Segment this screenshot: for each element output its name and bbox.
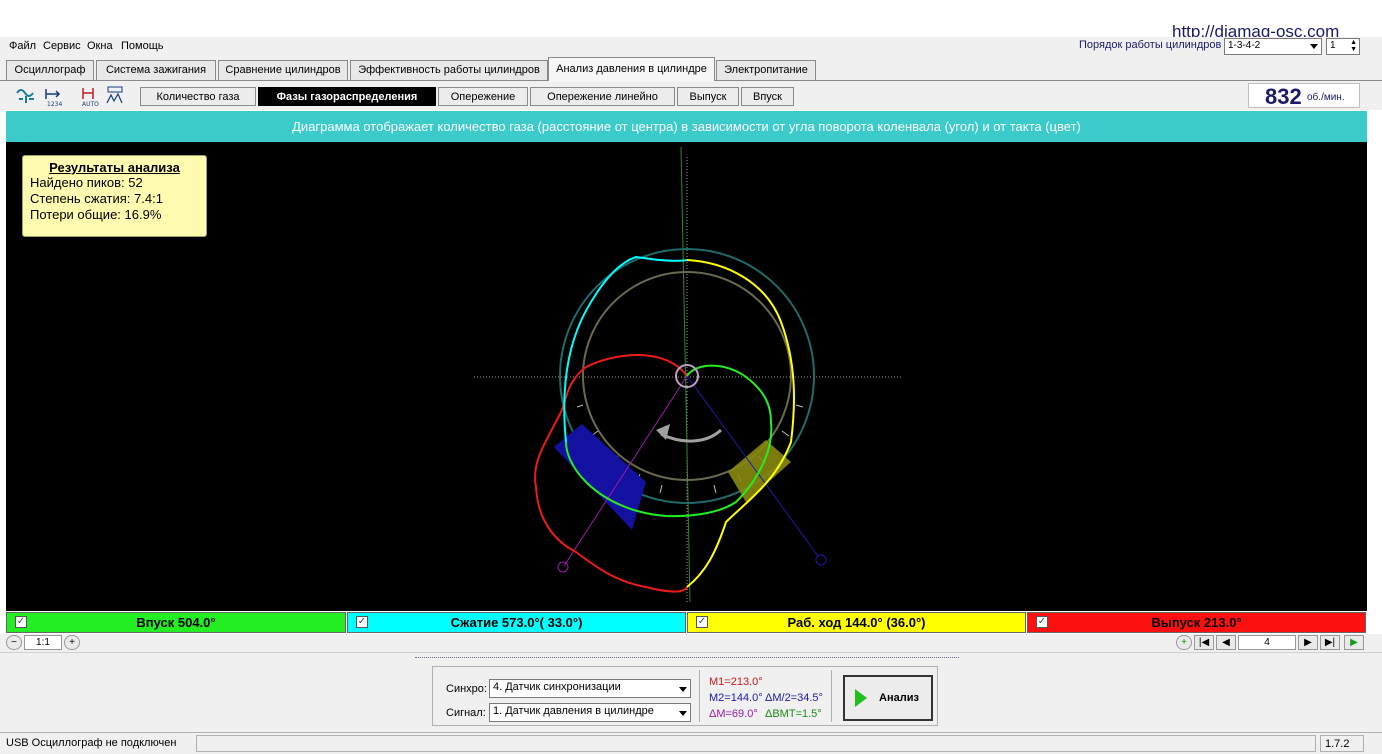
- signal-value: 1. Датчик давления в цилиндре: [493, 705, 654, 717]
- results-title: Результаты анализа: [49, 160, 180, 175]
- svg-text:1234: 1234: [47, 101, 62, 107]
- tab-power-supply[interactable]: Электропитание: [716, 60, 816, 80]
- graph-icon[interactable]: [104, 84, 126, 106]
- menu-windows[interactable]: Окна: [87, 40, 113, 52]
- marker-half-delta: ΔM/2=34.5°: [765, 692, 823, 704]
- legend-power[interactable]: ✓ Раб. ход 144.0° (36.0°): [687, 612, 1026, 633]
- marker-m2: M2=144.0°: [709, 692, 763, 704]
- waveform-icon[interactable]: [14, 84, 36, 106]
- menu-bar: Файл Сервис Окна Помощь Порядок работы ц…: [0, 37, 1382, 57]
- next-page-icon[interactable]: ▶: [1298, 635, 1318, 650]
- marker-tdc-delta: ΔВМТ=1.5°: [765, 708, 822, 720]
- info-banner: Диаграмма отображает количество газа (ра…: [6, 111, 1367, 142]
- tab-ignition[interactable]: Система зажигания: [96, 60, 216, 80]
- results-peaks: Найдено пиков: 52: [30, 175, 143, 190]
- zoom-out-icon[interactable]: −: [6, 635, 22, 650]
- intake-sector: [554, 424, 646, 530]
- results-compression: Степень сжатия: 7.4:1: [30, 191, 163, 206]
- signal-select[interactable]: 1. Датчик давления в цилиндре: [489, 703, 691, 722]
- chevron-down-icon: [679, 711, 687, 716]
- navigation-row: − 1:1 + + |◀ ◀ 4 ▶ ▶| ▶: [0, 634, 1382, 652]
- measure-1234-icon[interactable]: 1234: [42, 84, 64, 108]
- subtab-valve-timing[interactable]: Фазы газораспределения: [258, 87, 436, 106]
- checkbox-icon[interactable]: ✓: [356, 616, 368, 628]
- results-losses: Потери общие: 16.9%: [30, 207, 162, 222]
- tab-cylinder-compare[interactable]: Сравнение цилиндров: [218, 60, 348, 80]
- checkbox-icon[interactable]: ✓: [696, 616, 708, 628]
- add-icon[interactable]: +: [1176, 635, 1192, 650]
- bottom-panel: Синхро: 4. Датчик синхронизации Сигнал: …: [0, 652, 1382, 732]
- chevron-down-icon: [679, 687, 687, 692]
- polar-chart: [474, 146, 901, 603]
- subtab-gas-amount[interactable]: Количество газа: [140, 87, 256, 106]
- top-tabs: Осциллограф Система зажигания Сравнение …: [0, 57, 1382, 81]
- cylinder-number-spinner[interactable]: 1 ▲ ▼: [1326, 38, 1360, 55]
- legend-power-label: Раб. ход 144.0° (36.0°): [787, 615, 926, 630]
- marker-handle-m2[interactable]: [557, 561, 569, 573]
- sync-select[interactable]: 4. Датчик синхронизации: [489, 679, 691, 698]
- play-icon: [855, 689, 867, 707]
- rotation-direction-arrow: [660, 428, 723, 443]
- sync-label: Синхро:: [446, 683, 487, 695]
- subtab-advance[interactable]: Опережение: [438, 87, 528, 106]
- analyze-label: Анализ: [879, 692, 919, 704]
- tab-oscilloscope[interactable]: Осциллограф: [6, 60, 94, 80]
- first-page-icon[interactable]: |◀: [1194, 635, 1214, 650]
- cylinder-number-value: 1: [1330, 40, 1336, 51]
- zoom-in-icon[interactable]: +: [64, 635, 80, 650]
- cylinder-order-label: Порядок работы цилиндров: [1079, 39, 1222, 51]
- checkbox-icon[interactable]: ✓: [15, 616, 27, 628]
- zoom-level[interactable]: 1:1: [24, 635, 62, 650]
- marker-line-m1: [686, 375, 819, 557]
- status-version: 1.7.2: [1320, 735, 1364, 752]
- rpm-display: 832 об./мин.: [1248, 83, 1360, 109]
- menu-service[interactable]: Сервис: [43, 40, 81, 52]
- rpm-value: 832: [1265, 84, 1302, 109]
- chevron-down-icon: [1310, 44, 1318, 49]
- marker-m1: M1=213.0°: [709, 676, 763, 688]
- divider: [699, 670, 700, 722]
- legend-compression[interactable]: ✓ Сжатие 573.0°( 33.0°): [347, 612, 686, 633]
- status-panel: [196, 735, 1316, 752]
- analyze-button[interactable]: Анализ: [843, 675, 933, 721]
- menu-help[interactable]: Помощь: [121, 40, 164, 52]
- menu-file[interactable]: Файл: [9, 40, 36, 52]
- legend-intake[interactable]: ✓ Впуск 504.0°: [6, 612, 346, 633]
- marker-handle-m1[interactable]: [815, 554, 827, 566]
- last-page-icon[interactable]: ▶|: [1320, 635, 1340, 650]
- rpm-unit: об./мин.: [1307, 92, 1345, 103]
- signal-label: Сигнал:: [446, 707, 486, 719]
- subtab-advance-linear[interactable]: Опережение линейно: [530, 87, 675, 106]
- subtab-exhaust[interactable]: Выпуск: [677, 87, 739, 106]
- results-box: Результаты анализа Найдено пиков: 52 Сте…: [22, 155, 207, 237]
- cylinder-order-value: 1-3-4-2: [1228, 40, 1261, 51]
- subtab-intake[interactable]: Впуск: [741, 87, 794, 106]
- compression-curve: [563, 255, 688, 443]
- legend-compression-label: Сжатие 573.0°( 33.0°): [450, 615, 583, 630]
- page-number[interactable]: 4: [1238, 635, 1296, 650]
- legend-intake-label: Впуск 504.0°: [136, 615, 216, 630]
- tab-pressure-analysis[interactable]: Анализ давления в цилиндре: [548, 57, 715, 81]
- valve-timing-diagram[interactable]: Результаты анализа Найдено пиков: 52 Сте…: [6, 142, 1367, 611]
- status-bar: USB Осциллограф не подключен 1.7.2: [0, 732, 1382, 754]
- play-icon[interactable]: ▶: [1344, 635, 1364, 650]
- prev-page-icon[interactable]: ◀: [1216, 635, 1236, 650]
- power-stroke-curve: [686, 259, 795, 588]
- analysis-controls: Синхро: 4. Датчик синхронизации Сигнал: …: [432, 666, 938, 726]
- divider: [831, 670, 832, 722]
- sub-toolbar: 1234 AUTO Количество газа Фазы газораспр…: [0, 81, 1382, 110]
- marker-delta: ΔM=69.0°: [709, 708, 758, 720]
- status-connection: USB Осциллограф не подключен: [6, 737, 177, 749]
- svg-text:AUTO: AUTO: [82, 101, 99, 107]
- spinner-arrows-icon: ▲ ▼: [1350, 39, 1357, 53]
- checkbox-icon[interactable]: ✓: [1036, 616, 1048, 628]
- sync-value: 4. Датчик синхронизации: [493, 681, 621, 693]
- splitter-handle[interactable]: [415, 657, 959, 662]
- tab-cylinder-efficiency[interactable]: Эффективность работы цилиндров: [350, 60, 548, 80]
- auto-marker-icon[interactable]: AUTO: [78, 84, 100, 108]
- legend-exhaust[interactable]: ✓ Выпуск 213.0°: [1027, 612, 1366, 633]
- cylinder-order-select[interactable]: 1-3-4-2: [1224, 38, 1322, 55]
- legend-exhaust-label: Выпуск 213.0°: [1151, 615, 1242, 630]
